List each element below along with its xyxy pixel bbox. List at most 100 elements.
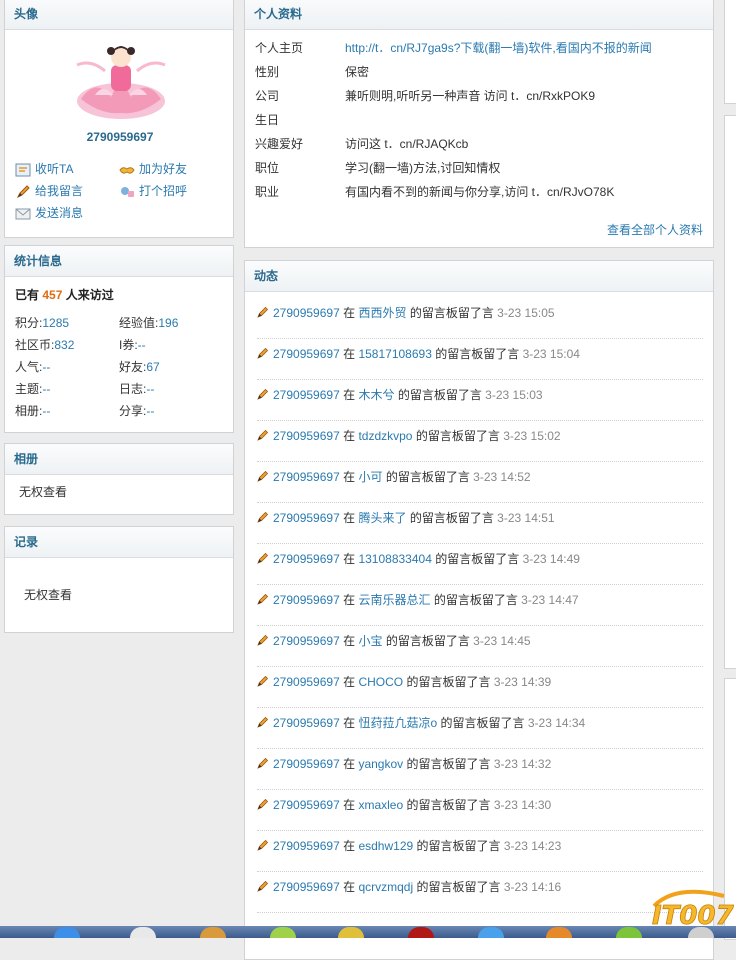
feed-action-text: 的留言板留了言 xyxy=(406,798,491,812)
feed-time: 3-23 14:51 xyxy=(497,511,555,525)
greet-label[interactable]: 打个招呼 xyxy=(139,184,187,198)
listen-label[interactable]: 收听TA xyxy=(35,162,73,176)
feed-item: 2790959697 在 esdhw129 的留言板留了言 3-23 14:23 xyxy=(257,831,703,872)
profile-value: 兼听则明,听听另一种声音 访问 t．cn/RxkPOK9 xyxy=(345,89,596,103)
feed-in-text: 在 xyxy=(343,757,356,771)
app-taskbar-icon[interactable] xyxy=(200,927,226,938)
pencil-icon xyxy=(257,511,269,523)
watermark-text: IT007 xyxy=(652,901,734,930)
feed-user-link[interactable]: 2790959697 xyxy=(273,757,340,771)
feed-time: 3-23 14:39 xyxy=(493,675,552,689)
profile-key: 兴趣爱好 xyxy=(255,137,304,151)
feed-user-link[interactable]: 2790959697 xyxy=(273,716,340,730)
feed-in-text: 在 xyxy=(343,511,356,525)
feed-user-link[interactable]: 2790959697 xyxy=(273,634,340,648)
stat-albums: 相册:-- xyxy=(15,401,50,421)
feed-user-link[interactable]: 2790959697 xyxy=(273,388,340,402)
app-taskbar-icon[interactable] xyxy=(270,927,296,938)
app-taskbar-icon[interactable] xyxy=(130,927,156,938)
stat-value[interactable]: -- xyxy=(146,382,154,396)
feed-in-text: 在 xyxy=(343,675,356,689)
avatar-panel-title: 头像 xyxy=(5,0,233,30)
feed-user-link[interactable]: 2790959697 xyxy=(273,880,340,894)
feed-target-link[interactable]: yangkov xyxy=(358,757,403,771)
feed-time: 3-23 14:49 xyxy=(522,552,580,566)
stat-value[interactable]: 196 xyxy=(158,316,178,330)
feed-target-link[interactable]: qcrvzmqdj xyxy=(358,880,413,894)
stat-value[interactable]: -- xyxy=(42,404,50,418)
feed-time: 3-23 15:04 xyxy=(522,347,580,361)
feed-item: 2790959697 在 云南乐器总汇 的留言板留了言 3-23 14:47 xyxy=(257,585,703,626)
feed-target-link[interactable]: esdhw129 xyxy=(358,839,413,853)
app-taskbar-icon[interactable] xyxy=(478,927,504,938)
feed-target-link[interactable]: 小可 xyxy=(358,470,382,484)
feed-target-link[interactable]: 云南乐器总汇 xyxy=(358,593,430,607)
profile-key: 个人主页 xyxy=(255,41,304,55)
feed-in-text: 在 xyxy=(343,470,356,484)
right-panel-edge xyxy=(724,115,736,669)
feed-user-link[interactable]: 2790959697 xyxy=(273,347,340,361)
stat-value[interactable]: 1285 xyxy=(42,316,69,330)
stat-value[interactable]: -- xyxy=(42,360,50,374)
feed-in-text: 在 xyxy=(343,429,356,443)
view-full-profile-link[interactable]: 查看全部个人资料 xyxy=(607,221,703,238)
app-taskbar-icon[interactable] xyxy=(408,927,434,938)
browser-taskbar-icon[interactable] xyxy=(54,927,80,938)
profile-key: 生日 xyxy=(255,113,280,127)
feed-user-link[interactable]: 2790959697 xyxy=(273,511,340,525)
avatar[interactable] xyxy=(71,35,171,125)
feed-user-link[interactable]: 2790959697 xyxy=(273,798,340,812)
stat-value[interactable]: -- xyxy=(138,338,146,352)
greet-button[interactable]: 打个招呼 xyxy=(119,181,187,201)
send-message-button[interactable]: 发送消息 xyxy=(15,203,83,223)
visit-count: 457 xyxy=(42,288,63,302)
stat-topics: 主题:-- xyxy=(15,379,50,399)
leave-message-button[interactable]: 给我留言 xyxy=(15,181,83,201)
stat-value[interactable]: 832 xyxy=(54,338,74,352)
stat-value[interactable]: 67 xyxy=(146,360,159,374)
leave-message-label[interactable]: 给我留言 xyxy=(35,184,83,198)
username[interactable]: 2790959697 xyxy=(5,130,235,144)
feed-target-link[interactable]: 木木兮 xyxy=(358,388,394,402)
stat-value[interactable]: -- xyxy=(146,404,154,418)
feed-user-link[interactable]: 2790959697 xyxy=(273,552,340,566)
handshake-icon xyxy=(119,167,135,174)
feed-target-link[interactable]: 小宝 xyxy=(358,634,382,648)
feed-target-link[interactable]: 15817108693 xyxy=(358,347,431,361)
feed-target-link[interactable]: xmaxleo xyxy=(358,798,403,812)
stat-popularity: 人气:-- xyxy=(15,357,50,377)
homepage-link[interactable]: http://t．cn/RJ7ga9s?下载(翻一墙)软件,看国内不报的新闻 xyxy=(345,41,652,55)
add-friend-button[interactable]: 加为好友 xyxy=(119,159,187,179)
feed-target-link[interactable]: 西西外贸 xyxy=(358,306,406,320)
stat-points: 积分:1285 xyxy=(15,313,69,333)
album-panel: 相册 无权查看 xyxy=(4,443,234,515)
feed-target-link[interactable]: 忸荮菈凢菇凉o xyxy=(358,716,437,730)
feed-user-link[interactable]: 2790959697 xyxy=(273,593,340,607)
feed-user-link[interactable]: 2790959697 xyxy=(273,429,340,443)
feed-target-link[interactable]: tdzdzkvpo xyxy=(358,429,412,443)
app-taskbar-icon[interactable] xyxy=(616,927,642,938)
album-panel-title[interactable]: 相册 xyxy=(5,444,233,475)
stats-panel: 统计信息 已有 457 人来访过 积分:1285 经验值:196 社区币:832… xyxy=(4,245,234,433)
feed-user-link[interactable]: 2790959697 xyxy=(273,470,340,484)
stat-value[interactable]: -- xyxy=(42,382,50,396)
feed-target-link[interactable]: 腾头来了 xyxy=(358,511,406,525)
stat-label: 相册: xyxy=(15,404,43,418)
feed-action-text: 的留言板留了言 xyxy=(433,593,518,607)
profile-row-gender: 性别 保密 xyxy=(255,62,369,82)
send-message-label[interactable]: 发送消息 xyxy=(35,206,83,220)
record-panel-title[interactable]: 记录 xyxy=(5,527,233,558)
app-taskbar-icon[interactable] xyxy=(338,927,364,938)
pencil-icon xyxy=(257,757,269,769)
feed-target-link[interactable]: CHOCO xyxy=(358,675,403,689)
profile-value: 学习(翻一墙)方法,讨回知情权 xyxy=(345,161,501,175)
pencil-icon xyxy=(257,593,269,605)
feed-target-link[interactable]: 13108833404 xyxy=(358,552,431,566)
record-no-permission: 无权查看 xyxy=(24,588,73,602)
app-taskbar-icon[interactable] xyxy=(546,927,572,938)
add-friend-label[interactable]: 加为好友 xyxy=(139,162,187,176)
feed-user-link[interactable]: 2790959697 xyxy=(273,675,340,689)
feed-user-link[interactable]: 2790959697 xyxy=(273,306,340,320)
listen-button[interactable]: 收听TA xyxy=(15,159,73,179)
feed-user-link[interactable]: 2790959697 xyxy=(273,839,340,853)
